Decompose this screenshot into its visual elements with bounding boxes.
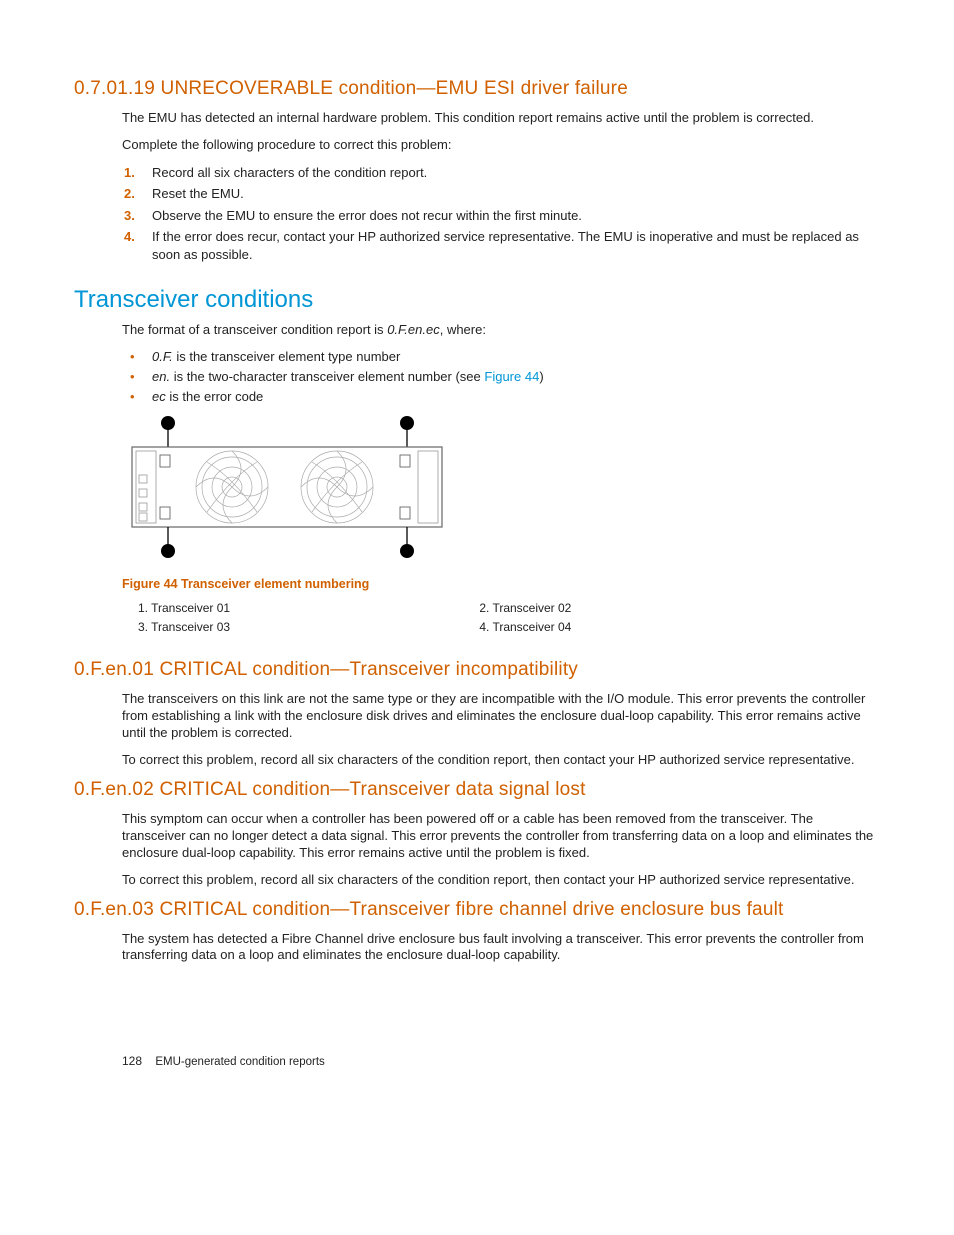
list-item: ec is the error code [122, 388, 880, 406]
transceiver-diagram-icon [122, 413, 452, 563]
legend-item: 4. Transceiver 04 [479, 618, 820, 637]
figure-diagram [122, 413, 880, 563]
list-item: Record all six characters of the conditi… [122, 164, 880, 182]
section-heading-transceiver: Transceiver conditions [74, 286, 880, 314]
figure-caption: Figure 44 Transceiver element numbering [122, 577, 880, 591]
italic-text: ec [152, 389, 166, 404]
bullet-list: 0.F. is the transceiver element type num… [122, 348, 880, 405]
section-heading-emu-esi: 0.7.01.19 UNRECOVERABLE condition—EMU ES… [74, 78, 880, 100]
paragraph: This symptom can occur when a controller… [122, 811, 880, 862]
paragraph: To correct this problem, record all six … [122, 752, 880, 769]
paragraph: The format of a transceiver condition re… [122, 322, 880, 339]
list-item: If the error does recur, contact your HP… [122, 228, 880, 263]
list-item: Observe the EMU to ensure the error does… [122, 207, 880, 225]
text: is the error code [166, 389, 264, 404]
text: is the transceiver element type number [173, 349, 401, 364]
italic-text: 0.F.en.ec [387, 322, 440, 337]
section-heading-fen01: 0.F.en.01 CRITICAL condition—Transceiver… [74, 659, 880, 681]
text: ) [539, 369, 543, 384]
page-footer: 128 EMU-generated condition reports [122, 1054, 325, 1068]
footer-title: EMU-generated condition reports [155, 1056, 324, 1068]
paragraph: The transceivers on this link are not th… [122, 691, 880, 742]
legend-item: 1. Transceiver 01 [138, 599, 479, 618]
text: is the two-character transceiver element… [170, 369, 484, 384]
ordered-list: Record all six characters of the conditi… [122, 164, 880, 264]
text: , where: [440, 322, 486, 337]
text: The format of a transceiver condition re… [122, 322, 387, 337]
figure-link[interactable]: Figure 44 [484, 369, 539, 384]
italic-text: en. [152, 369, 170, 384]
legend-item: 2. Transceiver 02 [479, 599, 820, 618]
italic-text: 0.F. [152, 349, 173, 364]
list-item: Reset the EMU. [122, 185, 880, 203]
section-heading-fen03: 0.F.en.03 CRITICAL condition—Transceiver… [74, 899, 880, 921]
paragraph: Complete the following procedure to corr… [122, 137, 880, 154]
paragraph: The system has detected a Fibre Channel … [122, 931, 880, 965]
page-number: 128 [122, 1054, 142, 1068]
list-item: 0.F. is the transceiver element type num… [122, 348, 880, 366]
figure-legend: 1. Transceiver 01 3. Transceiver 03 2. T… [138, 599, 880, 637]
legend-item: 3. Transceiver 03 [138, 618, 479, 637]
paragraph: To correct this problem, record all six … [122, 872, 880, 889]
paragraph: The EMU has detected an internal hardwar… [122, 110, 880, 127]
section-heading-fen02: 0.F.en.02 CRITICAL condition—Transceiver… [74, 779, 880, 801]
list-item: en. is the two-character transceiver ele… [122, 368, 880, 386]
